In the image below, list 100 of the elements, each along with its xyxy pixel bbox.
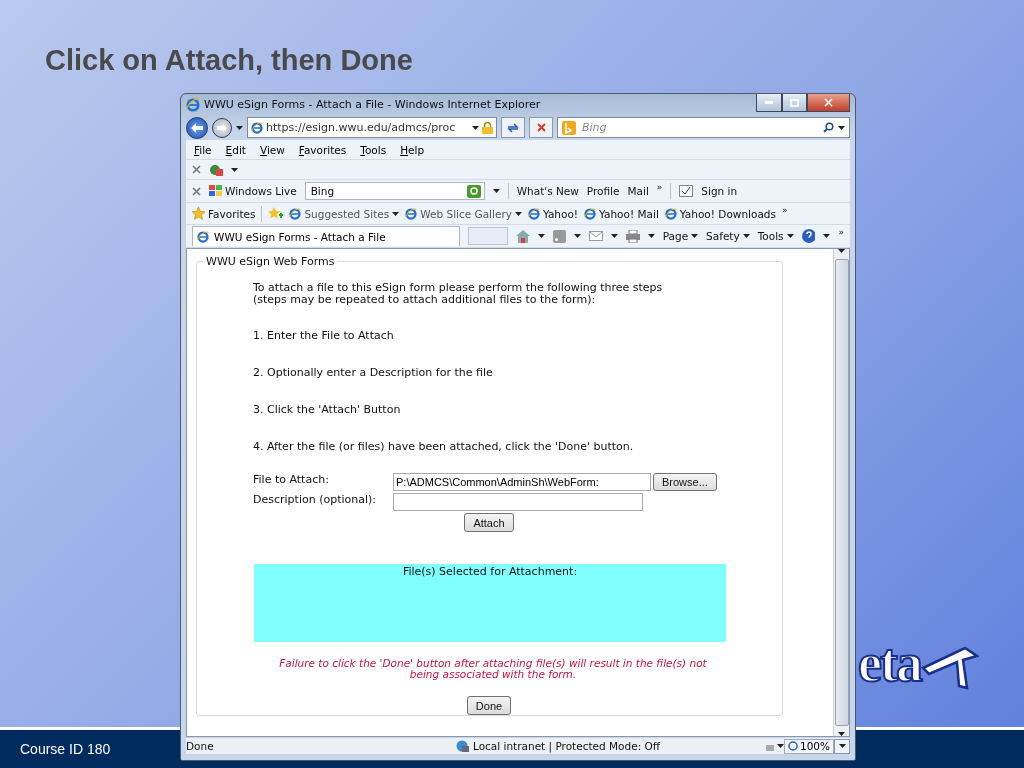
close-icon[interactable] — [192, 186, 201, 196]
step-text: 4. After the file (or files) have been attached, click the 'Done' button. — [253, 441, 635, 453]
description-field[interactable] — [393, 493, 643, 511]
maximize-icon — [790, 98, 799, 107]
help-icon[interactable] — [801, 229, 816, 243]
logo: eta — [858, 636, 921, 690]
file-path-field[interactable]: P:\ADMCS\Common\AdminSh\WebForm: — [393, 473, 651, 491]
warning-text: Failure to click the 'Done' button after attaching file(s) will result in the file(s) not being associated with the form. — [278, 658, 708, 680]
search-box[interactable]: Bing — [557, 117, 850, 138]
command-menu[interactable]: Page — [662, 230, 699, 242]
caret-icon — [574, 234, 581, 238]
browser-tab[interactable]: WWU eSign Forms - Attach a File — [192, 226, 461, 246]
caret-icon — [236, 125, 243, 130]
refresh-arrows-icon — [507, 122, 519, 133]
menu-item[interactable]: Help — [398, 143, 427, 156]
browser-logo-icon — [664, 207, 677, 220]
course-id: Course ID 180 — [20, 741, 111, 757]
window-title: WWU eSign Forms - Attach a File - Windows Internet Explorer — [204, 98, 542, 111]
menu-item[interactable]: Edit — [223, 143, 248, 156]
menu-item[interactable]: Favorites — [296, 143, 349, 156]
caret-icon — [838, 732, 845, 736]
minimize-button[interactable] — [756, 94, 782, 112]
forward-arrow-icon — [217, 123, 227, 132]
panel-heading: File(s) Selected for Attachment: — [402, 566, 578, 580]
mail-icon[interactable] — [588, 231, 603, 241]
step-text: 2. Optionally enter a Description for the file — [253, 367, 494, 379]
done-button[interactable]: Done — [466, 696, 512, 715]
browser-logo-icon — [289, 207, 302, 220]
status-text: Done — [186, 740, 215, 752]
lock-icon — [482, 121, 493, 134]
caret-icon — [742, 234, 750, 238]
favorites-link[interactable]: Yahoo! Mail — [584, 207, 659, 220]
maximize-button[interactable] — [782, 94, 807, 112]
more-chevron[interactable]: » — [838, 227, 844, 237]
search-go-icon[interactable] — [466, 184, 481, 198]
command-menu[interactable]: Safety — [706, 230, 750, 242]
toolbar-link[interactable]: What's New — [516, 185, 579, 197]
close-button[interactable] — [807, 94, 850, 112]
toolbar-link[interactable]: Profile — [586, 185, 620, 197]
printer-icon[interactable] — [625, 229, 640, 243]
menu-item[interactable]: View — [257, 143, 287, 156]
feed-icon[interactable] — [553, 229, 566, 243]
add-favorite-icon[interactable] — [268, 207, 284, 220]
browser-logo-icon — [527, 207, 540, 220]
mortarboard-icon — [920, 646, 979, 690]
caret-icon — [823, 234, 831, 238]
panel-legend: WWU eSign Web Forms — [203, 255, 338, 268]
toolbar-link[interactable]: Mail — [627, 185, 649, 197]
forward-button[interactable] — [212, 117, 232, 138]
caret-icon — [838, 125, 845, 130]
security-zone: Local intranet | Protected Mode: Off — [456, 740, 763, 752]
zoom-menu-button[interactable] — [834, 738, 850, 754]
zoom-button[interactable]: 100% — [783, 738, 834, 754]
search-provider-icon — [562, 120, 576, 135]
windows-live-button[interactable]: Windows Live — [209, 185, 297, 197]
caret-icon — [691, 234, 699, 238]
back-arrow-icon — [191, 122, 203, 133]
browse-button[interactable]: Browse... — [653, 473, 717, 491]
browser-logo-icon — [584, 207, 597, 220]
menu-item[interactable]: Tools — [358, 143, 389, 156]
command-menu[interactable]: Tools — [757, 230, 794, 242]
search-icon[interactable] — [823, 122, 834, 133]
refresh-button[interactable] — [501, 117, 525, 138]
toolbar-addon-icon[interactable] — [209, 163, 223, 176]
browser-logo-icon — [251, 121, 263, 134]
zoom-icon — [787, 741, 798, 751]
more-chevron[interactable]: » — [781, 205, 788, 215]
favorites-link[interactable]: Suggested Sites — [289, 207, 400, 220]
live-search-box[interactable]: Bing — [304, 182, 485, 200]
checkbox-icon[interactable] — [679, 185, 694, 197]
stop-x-icon — [536, 123, 546, 132]
caret-icon — [514, 211, 522, 216]
favorites-button[interactable]: Favorites — [192, 207, 256, 220]
more-chevron[interactable]: » — [656, 182, 663, 192]
browser-logo-icon — [405, 207, 418, 220]
stop-button[interactable] — [529, 117, 553, 138]
caret-icon — [610, 234, 618, 238]
favorites-link[interactable]: Yahoo! Downloads — [664, 207, 776, 220]
field-label: File to Attach: — [253, 473, 330, 486]
caret-icon — [538, 234, 546, 238]
attach-button[interactable]: Attach — [464, 513, 514, 532]
step-text: 1. Enter the File to Attach — [253, 330, 395, 342]
minimize-icon — [765, 101, 773, 104]
sign-in-link[interactable]: Sign in — [701, 185, 738, 197]
windows-flag-icon — [209, 185, 222, 197]
caret-icon — [492, 189, 500, 193]
favorites-link[interactable]: Web Slice Gallery — [405, 207, 522, 220]
close-icon[interactable] — [192, 165, 201, 174]
caret-icon — [776, 744, 784, 748]
home-icon[interactable] — [516, 229, 531, 243]
intro-text: To attach a file to this eSign form please perform the following three steps (steps may be repeated to attach additional files to the form): — [253, 282, 664, 306]
caret-icon — [472, 125, 479, 130]
caret-icon — [647, 234, 655, 238]
address-field[interactable]: https://esign.wwu.edu/admcs/proc — [247, 117, 497, 138]
favorites-link[interactable]: Yahoo! — [527, 207, 579, 220]
step-text: 3. Click the 'Attach' Button — [253, 404, 402, 416]
menu-item[interactable]: File — [192, 143, 214, 156]
caret-icon — [786, 234, 794, 238]
globe-icon — [456, 740, 469, 752]
back-button[interactable] — [186, 116, 208, 139]
